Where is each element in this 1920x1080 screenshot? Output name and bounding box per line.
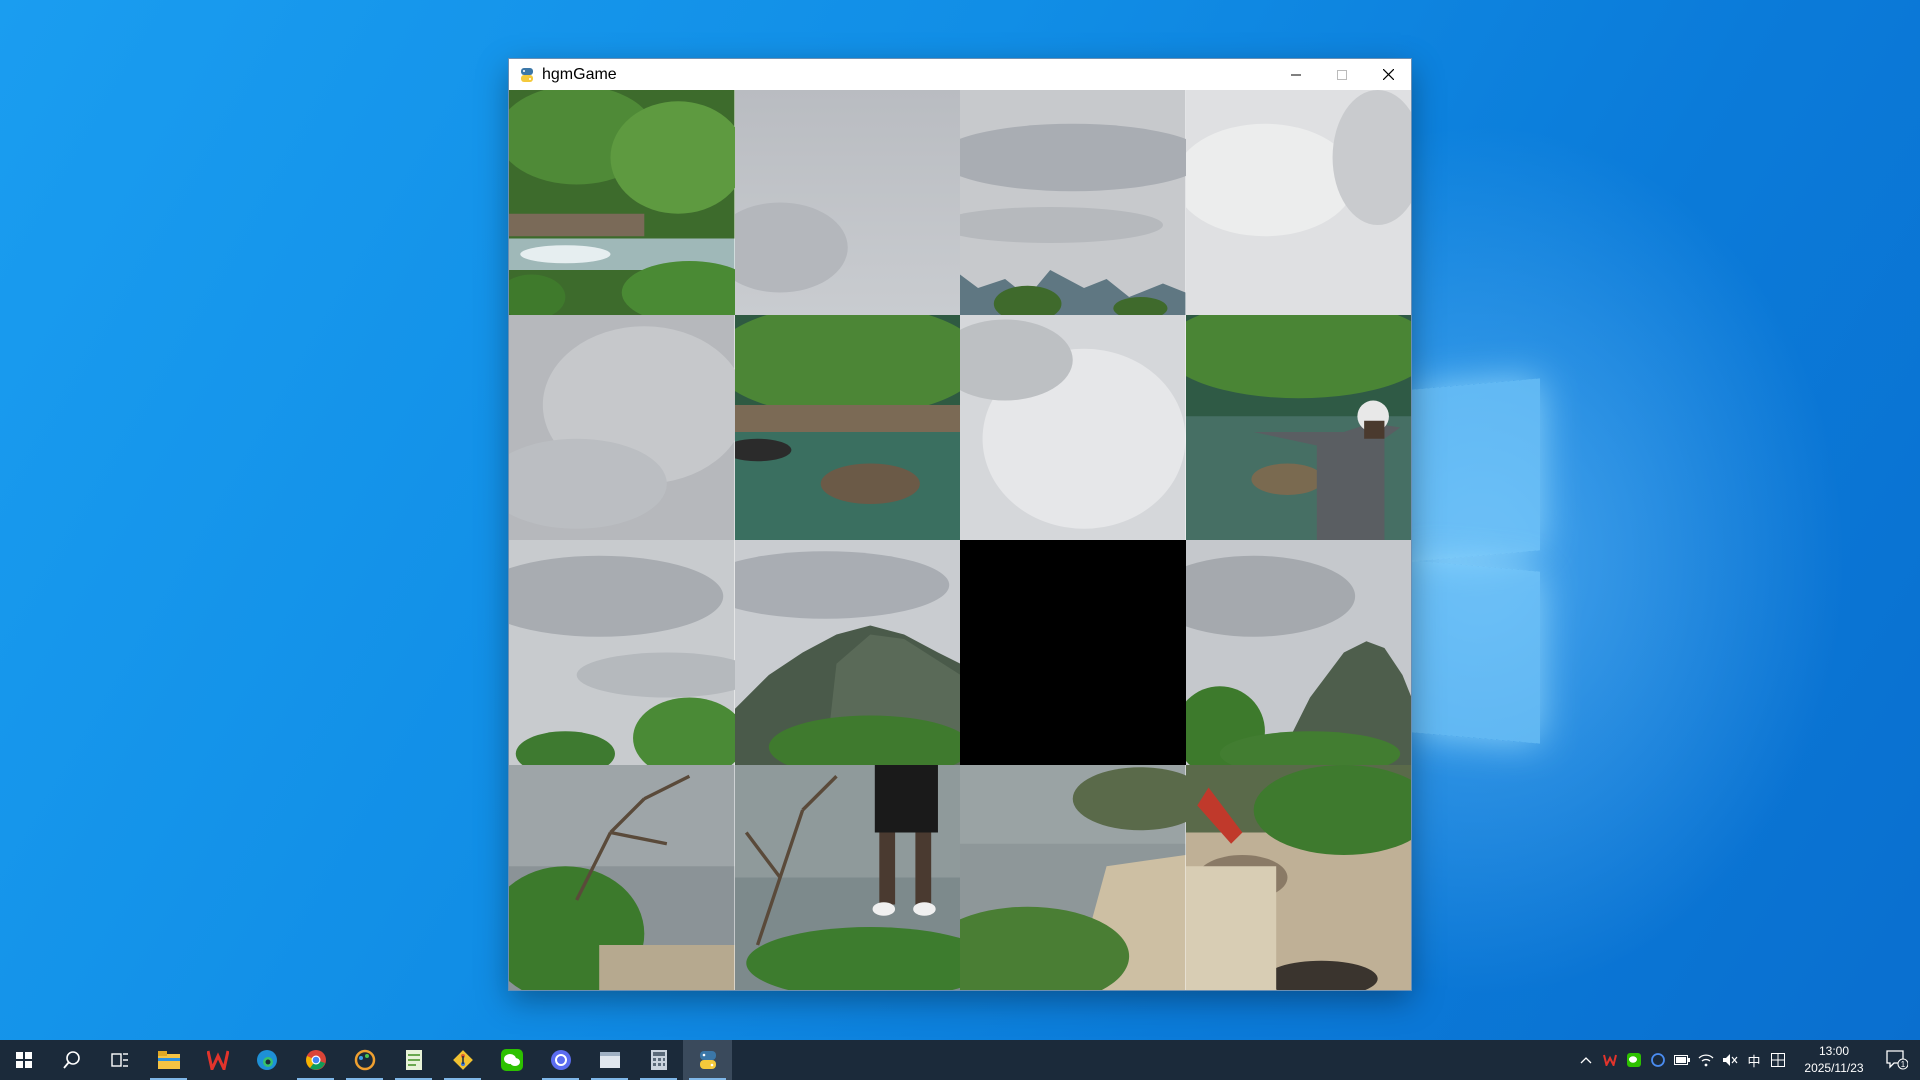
notification-center-button[interactable]: 1 xyxy=(1874,1040,1920,1080)
puzzle-tile[interactable] xyxy=(1185,540,1411,765)
tray-ime[interactable]: 中 xyxy=(1742,1040,1766,1080)
wechat-icon xyxy=(1627,1053,1641,1067)
calculator-icon xyxy=(650,1050,667,1070)
wifi-icon xyxy=(1698,1054,1714,1067)
battery-icon xyxy=(1674,1055,1690,1065)
tray-wps[interactable] xyxy=(1598,1040,1622,1080)
grid-icon xyxy=(1771,1053,1785,1067)
taskbar-app-circle[interactable] xyxy=(536,1040,585,1080)
maximize-button[interactable] xyxy=(1319,59,1365,90)
wps-icon xyxy=(206,1050,229,1070)
task-view-icon xyxy=(111,1053,128,1067)
notepad-icon xyxy=(405,1050,422,1070)
taskbar-app-notepad[interactable] xyxy=(389,1040,438,1080)
notification-icon: 1 xyxy=(1886,1050,1908,1070)
git-icon xyxy=(452,1050,473,1070)
puzzle-tile[interactable] xyxy=(509,90,735,315)
python-icon xyxy=(521,67,533,82)
puzzle-tile[interactable] xyxy=(734,540,960,765)
tray-network[interactable] xyxy=(1694,1040,1718,1080)
maximize-icon xyxy=(1337,69,1347,80)
minimize-icon xyxy=(1291,74,1301,75)
puzzle-tile[interactable] xyxy=(960,765,1186,990)
tray-overflow-button[interactable] xyxy=(1574,1040,1598,1080)
app-circle-icon xyxy=(550,1050,571,1070)
file-explorer-icon xyxy=(157,1051,180,1069)
windows-logo-pane xyxy=(1412,560,1540,744)
window-title: hgmGame xyxy=(542,65,617,83)
edge-icon xyxy=(256,1050,277,1070)
search-icon xyxy=(63,1051,80,1069)
minimize-button[interactable] xyxy=(1273,59,1319,90)
wps-icon xyxy=(1603,1054,1617,1066)
clock-time: 13:00 xyxy=(1818,1044,1850,1058)
app-circle-icon xyxy=(1651,1053,1665,1067)
taskbar-app-edge[interactable] xyxy=(242,1040,291,1080)
game-window: hgmGame xyxy=(509,59,1411,990)
start-button[interactable] xyxy=(0,1040,48,1080)
desktop-wallpaper: hgmGame xyxy=(0,0,1920,1040)
wechat-icon xyxy=(500,1049,523,1071)
puzzle-tile[interactable] xyxy=(1185,90,1411,315)
close-icon xyxy=(1382,69,1394,80)
tray-battery[interactable] xyxy=(1670,1040,1694,1080)
taskbar-app-wechat[interactable] xyxy=(487,1040,536,1080)
volume-muted-icon xyxy=(1723,1054,1738,1066)
puzzle-tile[interactable] xyxy=(734,315,960,540)
notification-count: 1 xyxy=(1901,1060,1906,1069)
taskbar-app-wps[interactable] xyxy=(193,1040,242,1080)
puzzle-tile[interactable] xyxy=(960,315,1186,540)
puzzle-tile[interactable] xyxy=(734,90,960,315)
tray-app-circle[interactable] xyxy=(1646,1040,1670,1080)
puzzle-tile[interactable] xyxy=(509,540,735,765)
chevron-up-icon xyxy=(1580,1057,1592,1064)
system-tray: 中 13:00 2025/11/23 1 xyxy=(1574,1040,1920,1080)
task-view-button[interactable] xyxy=(96,1040,144,1080)
puzzle-tile[interactable] xyxy=(1185,765,1411,990)
taskbar-clock[interactable]: 13:00 2025/11/23 xyxy=(1794,1043,1874,1077)
window-icon xyxy=(599,1052,620,1068)
taskbar-app-python-game[interactable] xyxy=(683,1040,732,1080)
clock-date: 2025/11/23 xyxy=(1804,1061,1864,1075)
taskbar-app-calculator[interactable] xyxy=(634,1040,683,1080)
start-icon xyxy=(16,1052,32,1068)
title-bar[interactable]: hgmGame xyxy=(509,59,1411,90)
empty-tile[interactable] xyxy=(960,540,1186,765)
taskbar-app-window[interactable] xyxy=(585,1040,634,1080)
chrome-icon xyxy=(305,1050,326,1070)
tray-wechat[interactable] xyxy=(1622,1040,1646,1080)
taskbar-app-git[interactable] xyxy=(438,1040,487,1080)
windows-logo-pane xyxy=(1412,378,1540,562)
tray-volume[interactable] xyxy=(1718,1040,1742,1080)
puzzle-tile[interactable] xyxy=(509,765,735,990)
puzzle-tile[interactable] xyxy=(509,315,735,540)
tray-ime-mode[interactable] xyxy=(1766,1040,1790,1080)
taskbar: 中 13:00 2025/11/23 1 xyxy=(0,1040,1920,1080)
puzzle-tile[interactable] xyxy=(1185,315,1411,540)
taskbar-app-paint[interactable] xyxy=(340,1040,389,1080)
paint-icon xyxy=(354,1049,375,1071)
python-icon xyxy=(699,1051,716,1069)
puzzle-board xyxy=(509,90,1411,990)
close-button[interactable] xyxy=(1365,59,1411,90)
taskbar-app-file-explorer[interactable] xyxy=(144,1040,193,1080)
puzzle-tile[interactable] xyxy=(960,90,1186,315)
taskbar-app-chrome[interactable] xyxy=(291,1040,340,1080)
puzzle-tile[interactable] xyxy=(734,765,960,990)
search-button[interactable] xyxy=(48,1040,96,1080)
